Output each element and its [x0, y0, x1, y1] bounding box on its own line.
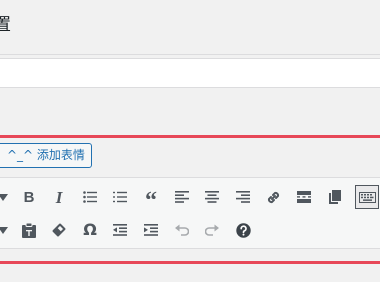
toolbar-toggle-arrow-icon[interactable]: [0, 186, 14, 208]
undo-icon[interactable]: [171, 219, 193, 241]
align-right-icon[interactable]: [232, 186, 254, 208]
text-color-arrow-icon[interactable]: [0, 219, 14, 241]
page-break-icon[interactable]: [324, 186, 346, 208]
read-more-icon[interactable]: [293, 186, 315, 208]
section-title: 置: [0, 15, 11, 35]
align-left-icon[interactable]: [171, 186, 193, 208]
text-input[interactable]: [0, 58, 380, 88]
insert-link-icon[interactable]: [262, 186, 284, 208]
clear-formatting-icon[interactable]: [48, 219, 70, 241]
help-icon[interactable]: [232, 219, 254, 241]
bold-button[interactable]: B: [18, 186, 40, 208]
add-emoji-button[interactable]: ^_^ 添加表情: [0, 143, 92, 168]
align-center-icon[interactable]: [201, 186, 223, 208]
blockquote-button[interactable]: “: [140, 186, 162, 213]
italic-button[interactable]: I: [48, 186, 70, 208]
outdent-icon[interactable]: [109, 219, 131, 241]
paste-text-icon[interactable]: [18, 219, 40, 241]
section-header: 置: [0, 0, 380, 55]
redo-icon[interactable]: [201, 219, 223, 241]
special-character-button[interactable]: Ω: [79, 219, 101, 241]
editor-toolbar: B I “ Ω: [0, 177, 380, 249]
numbered-list-icon[interactable]: [109, 186, 131, 208]
bulleted-list-icon[interactable]: [79, 186, 101, 208]
keyboard-icon[interactable]: [355, 185, 379, 209]
indent-icon[interactable]: [140, 219, 162, 241]
